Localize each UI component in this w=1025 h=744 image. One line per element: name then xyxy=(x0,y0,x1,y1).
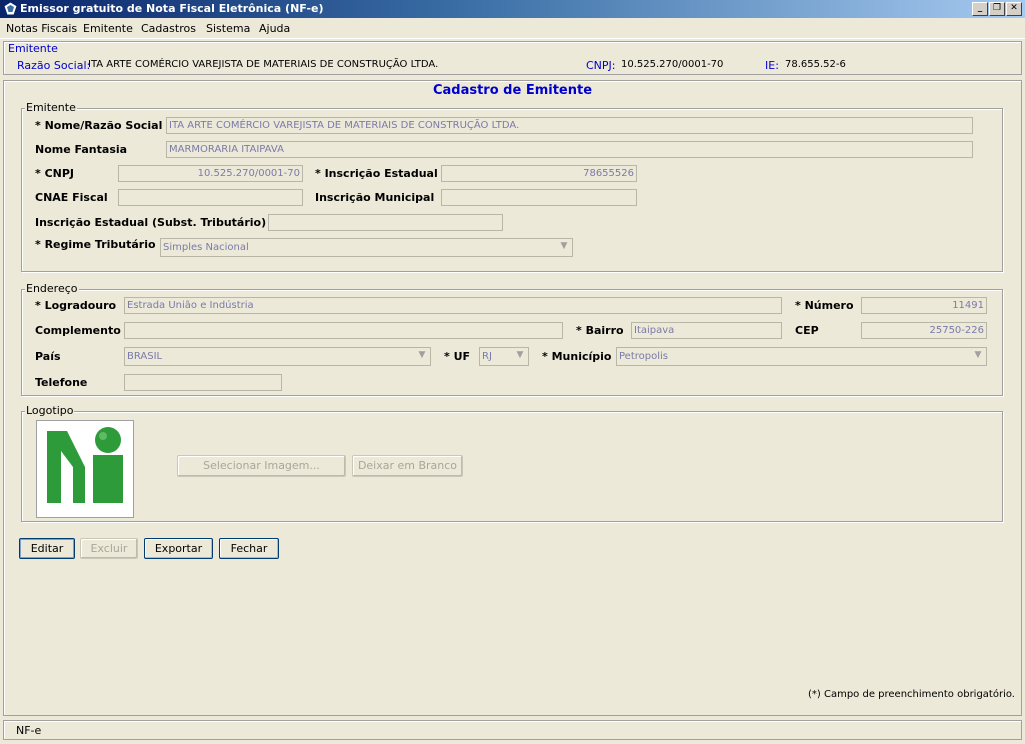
ie-header-value: 78.655.52-6 xyxy=(785,59,846,70)
cnpj-header-value: 10.525.270/0001-70 xyxy=(621,59,724,70)
cep-field[interactable]: 25750-226 xyxy=(861,322,987,339)
complemento-label: Complemento xyxy=(35,324,121,337)
telefone-field[interactable] xyxy=(124,374,282,391)
close-form-button[interactable]: Fechar xyxy=(219,538,279,559)
fantasia-field[interactable]: MARMORARIA ITAIPAVA xyxy=(166,141,973,158)
municipio-select[interactable]: Petropolis ▼ xyxy=(616,347,987,366)
regime-select[interactable]: Simples Nacional ▼ xyxy=(160,238,573,257)
chevron-down-icon[interactable]: ▼ xyxy=(513,349,527,362)
razao-social-label: Razão Social: xyxy=(17,59,91,72)
fantasia-label: Nome Fantasia xyxy=(35,143,128,156)
cnpj-label: * CNPJ xyxy=(35,167,75,180)
complemento-field[interactable] xyxy=(124,322,563,339)
uf-select[interactable]: RJ ▼ xyxy=(479,347,529,366)
nome-label: * Nome/Razão Social xyxy=(35,119,163,132)
inscricao-municipal-field[interactable] xyxy=(441,189,637,206)
regime-select-value: Simples Nacional xyxy=(163,242,249,253)
cnae-label: CNAE Fiscal xyxy=(35,191,108,204)
numero-label: * Número xyxy=(795,299,854,312)
close-button[interactable]: ✕ xyxy=(1006,2,1022,16)
info-panel-legend: Emitente xyxy=(8,42,58,55)
bairro-field[interactable]: Itaipava xyxy=(631,322,782,339)
cep-label: CEP xyxy=(795,324,819,337)
uf-select-value: RJ xyxy=(482,351,492,362)
ie-header-label: IE: xyxy=(765,59,779,72)
numero-field[interactable]: 11491 xyxy=(861,297,987,314)
window-title: Emissor gratuito de Nota Fiscal Eletrôni… xyxy=(20,2,324,15)
logo-image xyxy=(36,420,134,518)
chevron-down-icon[interactable]: ▼ xyxy=(415,349,429,362)
chevron-down-icon[interactable]: ▼ xyxy=(557,240,571,253)
cnpj-field[interactable]: 10.525.270/0001-70 xyxy=(118,165,303,182)
logotipo-group-legend: Logotipo xyxy=(25,404,75,417)
restore-button[interactable]: ❐ xyxy=(989,2,1005,16)
menu-sistema[interactable]: Sistema xyxy=(206,22,250,35)
nome-field[interactable]: ITA ARTE COMÉRCIO VAREJISTA DE MATERIAIS… xyxy=(166,117,973,134)
required-footnote: (*) Campo de preenchimento obrigatório. xyxy=(808,689,1015,700)
iest-label: Inscrição Estadual (Subst. Tributário) xyxy=(35,216,267,229)
bairro-label: * Bairro xyxy=(576,324,624,337)
export-button[interactable]: Exportar xyxy=(144,538,213,559)
endereco-group-legend: Endereço xyxy=(25,282,79,295)
form-title: Cadastro de Emitente xyxy=(432,83,593,98)
municipio-label: * Município xyxy=(542,350,612,363)
pais-label: País xyxy=(35,350,61,363)
regime-label: * Regime Tributário xyxy=(35,238,156,251)
telefone-label: Telefone xyxy=(35,376,88,389)
ie-label: * Inscrição Estadual xyxy=(315,167,438,180)
logradouro-field[interactable]: Estrada União e Indústria xyxy=(124,297,782,314)
inscricao-municipal-label: Inscrição Municipal xyxy=(315,191,435,204)
select-image-button[interactable]: Selecionar Imagem... xyxy=(177,455,346,477)
menu-ajuda[interactable]: Ajuda xyxy=(259,22,290,35)
menu-notas-fiscais[interactable]: Notas Fiscais xyxy=(6,22,77,35)
logradouro-label: * Logradouro xyxy=(35,299,117,312)
minimize-button[interactable]: _ xyxy=(972,2,988,16)
pais-select-value: BRASIL xyxy=(127,351,163,362)
delete-button[interactable]: Excluir xyxy=(80,538,138,559)
emitente-group-legend: Emitente xyxy=(25,101,77,114)
uf-label: * UF xyxy=(444,350,471,363)
menu-cadastros[interactable]: Cadastros xyxy=(141,22,196,35)
status-text: NF-e xyxy=(16,724,42,737)
chevron-down-icon[interactable]: ▼ xyxy=(971,349,985,362)
status-bar xyxy=(3,720,1022,740)
cnpj-header-label: CNPJ: xyxy=(586,59,616,72)
pais-select[interactable]: BRASIL ▼ xyxy=(124,347,431,366)
cnae-field[interactable] xyxy=(118,189,303,206)
municipio-select-value: Petropolis xyxy=(619,351,668,362)
app-icon xyxy=(3,1,18,16)
ie-field[interactable]: 78655526 xyxy=(441,165,637,182)
menu-emitente[interactable]: Emitente xyxy=(83,22,133,35)
logotipo-group xyxy=(21,411,1003,522)
iest-field[interactable] xyxy=(268,214,503,231)
blank-image-button[interactable]: Deixar em Branco xyxy=(352,455,463,477)
razao-social-value: ITA ARTE COMÉRCIO VAREJISTA DE MATERIAIS… xyxy=(88,59,439,70)
edit-button[interactable]: Editar xyxy=(19,538,75,559)
